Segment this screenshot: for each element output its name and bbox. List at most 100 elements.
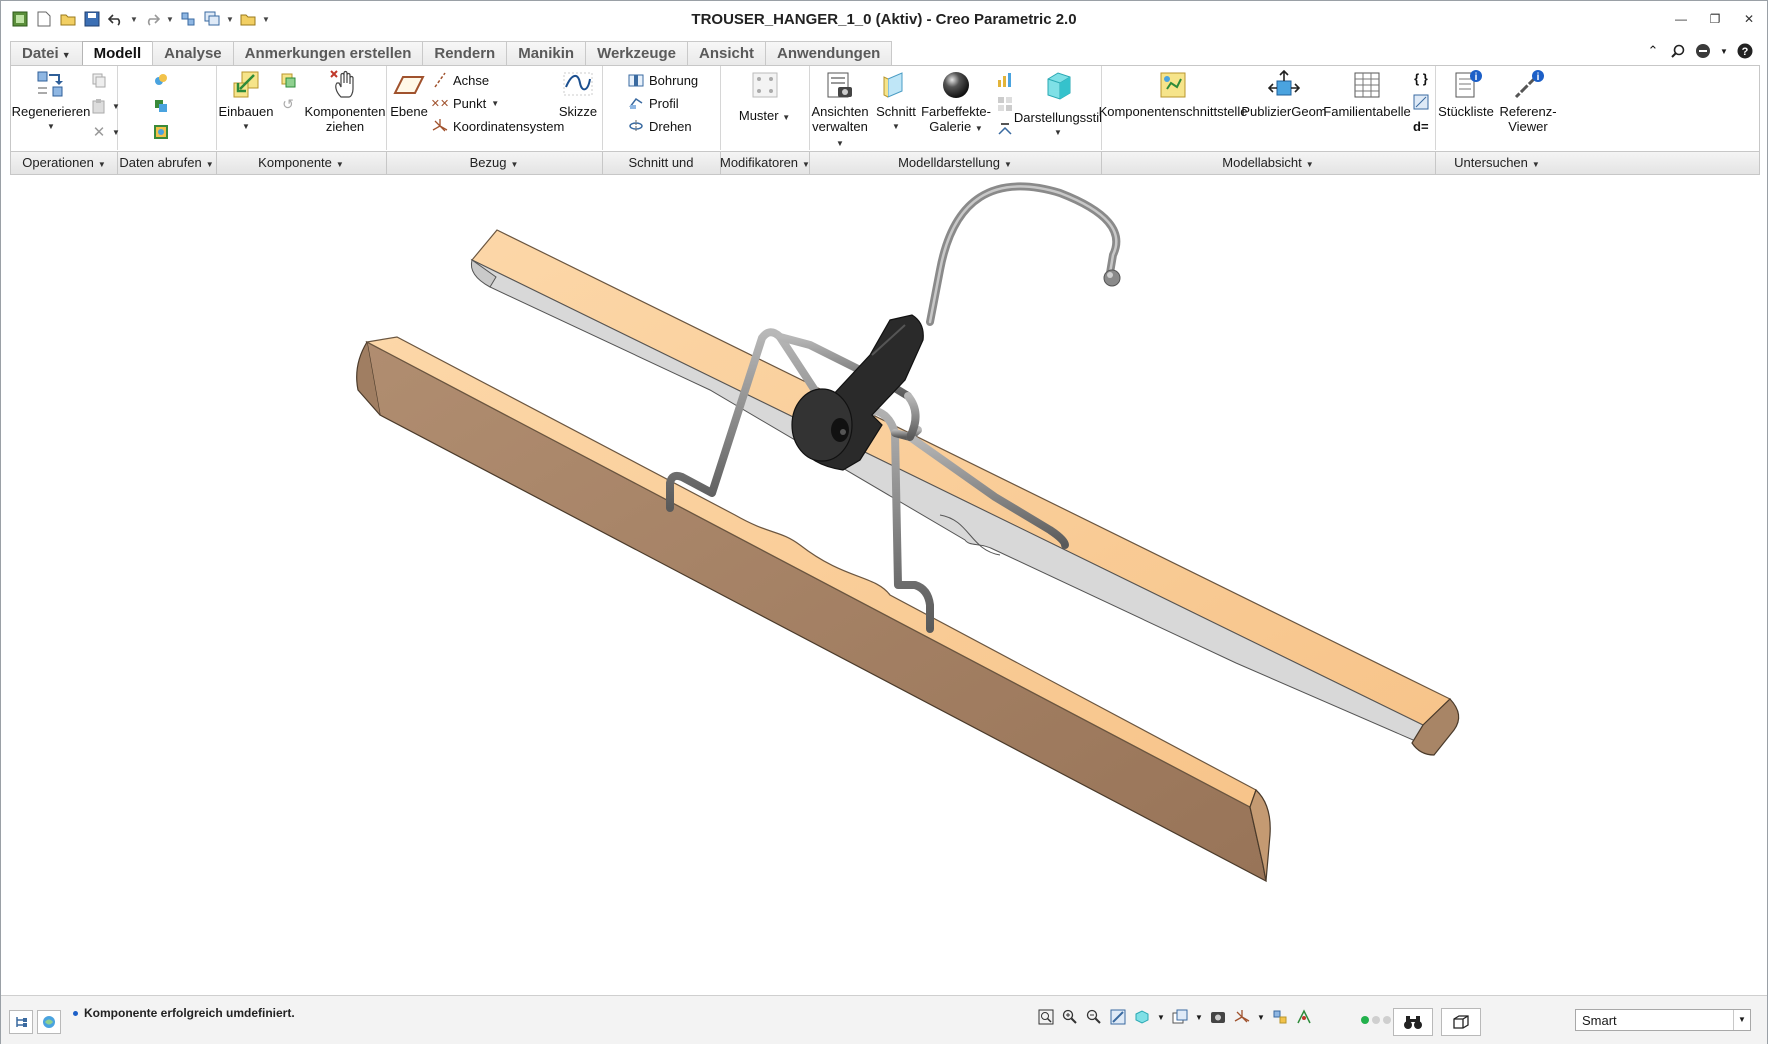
display-style-a-button[interactable] [997,70,1013,90]
select-box-button[interactable] [1441,1008,1481,1036]
named-views-dropdown-icon[interactable]: ▼ [1195,1008,1203,1026]
achse-button[interactable]: Achse [432,70,489,90]
ansichten-verwalten-button[interactable]: Ansichten verwalten ▼ [809,68,871,151]
chevron-down-icon: ▼ [974,124,983,133]
punkt-button[interactable]: ✕✕ Punkt ▼ [431,93,499,113]
view-manager-small-icon[interactable] [1209,1008,1227,1026]
model-tree-icon[interactable] [9,1010,33,1034]
shrinkwrap-button[interactable] [153,122,169,142]
tab-analyse[interactable]: Analyse [152,41,234,66]
parameters-icon [1413,94,1429,110]
publiziergeom-button[interactable]: PublizierGeom [1241,68,1327,119]
refit-icon[interactable] [1037,1008,1055,1026]
bohrung-button[interactable]: Bohrung [628,70,698,90]
delete-icon: ✕ [92,124,106,141]
regenerieren-button[interactable]: Regenerieren ▼ [12,68,90,134]
minimize-icon[interactable]: — [1673,11,1689,27]
tab-rendern[interactable]: Rendern [422,41,508,66]
tab-ansicht[interactable]: Ansicht [686,41,766,66]
copy-geom-button[interactable] [153,70,169,90]
named-views-icon[interactable] [1171,1008,1189,1026]
create-component-icon [280,72,296,88]
group-label-operationen[interactable]: Operationen ▼ [11,152,118,174]
group-label-komponente[interactable]: Komponente ▼ [216,152,387,174]
zoom-in-icon[interactable] [1061,1008,1079,1026]
spin-center-icon[interactable] [1271,1008,1289,1026]
d-equals-button[interactable]: d= [1413,116,1429,136]
regeneration-status-indicator [1361,1016,1391,1024]
chevron-down-icon: ▼ [1305,160,1314,169]
ribbon-tab-row: Datei ▼ Modell Analyse Anmerkungen erstel… [1,37,1767,67]
tab-manikin[interactable]: Manikin [506,41,587,66]
tab-modell[interactable]: Modell [81,41,154,67]
saved-views-icon[interactable] [1133,1008,1151,1026]
find-button[interactable] [1393,1008,1433,1036]
tab-anwendungen[interactable]: Anwendungen [765,41,893,66]
familientabelle-button[interactable]: Familientabelle [1323,68,1411,119]
group-label-modelldarstellung[interactable]: Modelldarstellung ▼ [809,152,1102,174]
hook[interactable] [926,182,1121,326]
paste-button[interactable]: ▼ [91,96,120,116]
parameters-button[interactable] [1413,92,1429,112]
group-label-schnitt-und-flaeche[interactable]: Schnitt und Fläche▼ [602,152,721,192]
merge-button[interactable] [153,96,169,116]
farbeffekte-galerie-button[interactable]: Farbeffekte- Galerie ▼ [921,68,991,136]
group-label-daten-abrufen[interactable]: Daten abrufen ▼ [117,152,217,174]
help-icon[interactable]: ? [1737,43,1753,59]
annotation-display-icon[interactable] [1295,1008,1313,1026]
skizze-button[interactable]: Skizze [556,68,600,119]
create-component-button[interactable] [280,70,296,90]
scene-button[interactable] [997,118,1013,138]
komponenten-ziehen-button[interactable]: Komponenten ziehen [304,68,386,134]
zoom-out-icon[interactable] [1085,1008,1103,1026]
publish-geometry-icon [1267,68,1301,102]
selection-filter-dropdown[interactable]: Smart ▼ [1575,1009,1751,1031]
restore-icon[interactable]: ❐ [1707,11,1723,27]
saved-views-dropdown-icon[interactable]: ▼ [1157,1008,1165,1026]
darstellungsstil-button[interactable]: Darstellungsstil ▼ [1014,68,1102,140]
datum-display-dropdown-icon[interactable]: ▼ [1257,1008,1265,1026]
group-label-bezug[interactable]: Bezug ▼ [386,152,603,174]
group-label-modifikatoren[interactable]: Modifikatoren ▼ [720,152,810,174]
minimize-ribbon-icon[interactable]: ⌃ [1645,43,1661,59]
chevron-down-icon: ▼ [242,122,250,131]
tab-werkzeuge[interactable]: Werkzeuge [585,41,688,66]
repeat-icon: ↺ [282,95,294,112]
chevron-down-icon: ▼ [205,160,214,169]
repaint-icon[interactable] [1109,1008,1127,1026]
chevron-down-icon: ▼ [1054,128,1062,137]
pattern-icon [748,68,782,102]
close-icon[interactable]: ✕ [1741,11,1757,27]
search-icon[interactable] [1670,43,1686,59]
relations-button[interactable]: { } [1413,68,1429,88]
delete-button[interactable]: ✕ ▼ [91,122,120,142]
group-label-modellabsicht[interactable]: Modellabsicht ▼ [1101,152,1436,174]
komponentenschnittstelle-button[interactable]: Komponentenschnittstelle [1099,68,1247,119]
datum-display-icon[interactable] [1233,1008,1251,1026]
copy-button[interactable] [91,70,107,90]
hanger-model[interactable] [10,175,1758,991]
ebene-button[interactable]: Ebene [388,68,430,119]
display-style-b-button[interactable] [997,94,1013,114]
drehen-button[interactable]: Drehen [628,116,692,136]
sketch-icon [561,68,595,102]
repeat-button[interactable]: ↺ [280,94,296,114]
muster-button[interactable]: Muster ▼ [720,68,809,125]
graphics-window[interactable] [10,175,1758,991]
community-icon[interactable] [1695,43,1711,59]
koordinatensystem-button[interactable]: Koordinatensystem [432,116,564,136]
chevron-down-icon: ▼ [335,160,344,169]
chevron-down-icon: ▼ [782,113,791,122]
group-schnitt-und-flaeche: Bohrung Profil Drehen [602,66,721,150]
group-label-untersuchen[interactable]: Untersuchen ▼ [1435,152,1559,174]
tab-datei[interactable]: Datei ▼ [10,41,83,66]
profil-button[interactable]: Profil [628,93,679,113]
community-dropdown-icon[interactable]: ▼ [1720,43,1728,59]
stueckliste-button[interactable]: i Stückliste [1435,68,1497,119]
tab-anmerkungen-erstellen[interactable]: Anmerkungen erstellen [232,41,424,66]
einbauen-button[interactable]: Einbauen ▼ [218,68,274,134]
referenz-viewer-button[interactable]: i Referenz- Viewer [1497,68,1559,134]
schnitt-button[interactable]: Schnitt ▼ [873,68,919,134]
group-modelldarstellung: Ansichten verwalten ▼ Schnitt ▼ Farbeffe… [809,66,1102,150]
browser-toggle-icon[interactable] [37,1010,61,1034]
